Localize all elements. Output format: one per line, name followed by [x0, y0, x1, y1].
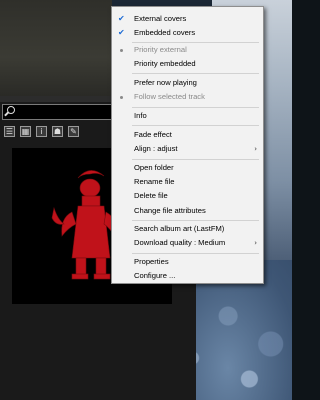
- priority-external-dot-icon: [120, 49, 123, 52]
- menu-item-info[interactable]: Info: [134, 110, 257, 122]
- menu-item-configure[interactable]: Configure ...: [134, 270, 257, 282]
- menu-item-prefer-now-playing[interactable]: Prefer now playing: [134, 77, 257, 89]
- menu-item-rename-file[interactable]: Rename file: [134, 176, 257, 188]
- edit-icon[interactable]: ✎: [68, 126, 79, 137]
- list-icon[interactable]: ☰: [4, 126, 15, 137]
- menu-separator: [132, 159, 259, 160]
- search-icon: [7, 106, 15, 114]
- submenu-arrow-icon: ›: [254, 145, 257, 153]
- menu-separator: [132, 42, 259, 43]
- follow-selected-dot-icon: [120, 96, 123, 99]
- submenu-arrow-icon: ›: [254, 239, 257, 247]
- menu-item-embedded-covers[interactable]: Embedded covers: [134, 27, 257, 39]
- grid-icon[interactable]: ▦: [20, 126, 31, 137]
- embedded-covers-check-icon: ✔: [118, 28, 125, 37]
- panel-toolbar: ☰ ▦ i ☗ ✎: [4, 126, 79, 138]
- person-icon[interactable]: ☗: [52, 126, 63, 137]
- menu-item-open-folder[interactable]: Open folder: [134, 162, 257, 174]
- context-menu: ✔ External covers ✔ Embedded covers Prio…: [111, 6, 264, 284]
- menu-item-priority-embedded[interactable]: Priority embedded: [134, 58, 257, 70]
- external-covers-check-icon: ✔: [118, 14, 125, 23]
- menu-item-align[interactable]: Align : adjust: [134, 143, 257, 155]
- menu-item-change-attributes[interactable]: Change file attributes: [134, 205, 257, 217]
- menu-separator: [132, 73, 259, 74]
- menu-item-properties[interactable]: Properties: [134, 256, 257, 268]
- menu-item-priority-external: Priority external: [134, 45, 187, 54]
- search-input[interactable]: [2, 104, 124, 120]
- menu-separator: [132, 220, 259, 221]
- menu-separator: [132, 107, 259, 108]
- menu-separator: [132, 125, 259, 126]
- info-icon[interactable]: i: [36, 126, 47, 137]
- menu-separator: [132, 253, 259, 254]
- menu-item-follow-selected-track: Follow selected track: [134, 92, 205, 101]
- background-window-left: [0, 0, 112, 96]
- menu-item-external-covers[interactable]: External covers: [134, 13, 257, 25]
- menu-item-search-album-art[interactable]: Search album art (LastFM): [134, 223, 257, 235]
- menu-item-download-quality[interactable]: Download quality : Medium: [134, 237, 257, 249]
- menu-item-delete-file[interactable]: Delete file: [134, 190, 257, 202]
- menu-item-fade-effect[interactable]: Fade effect: [134, 129, 257, 141]
